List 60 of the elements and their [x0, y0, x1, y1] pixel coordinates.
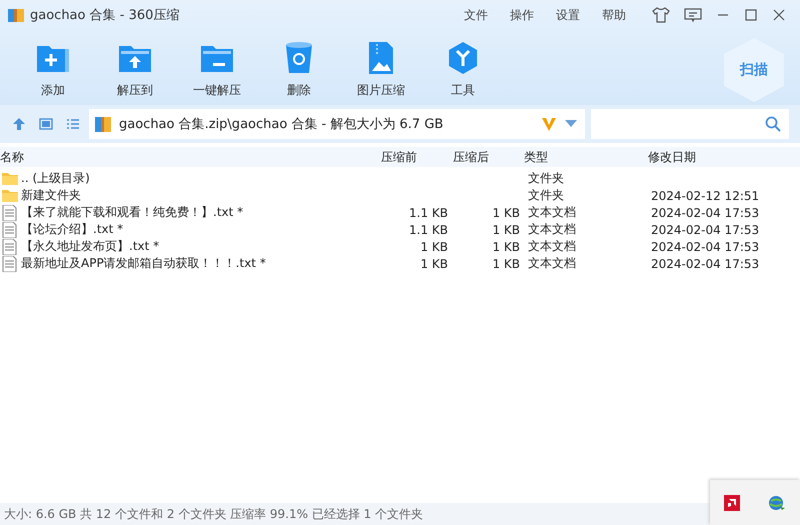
compressed-size: 1 KB [491, 206, 520, 220]
file-size: 1 KB [419, 240, 448, 254]
file-size: 1 KB [419, 256, 448, 270]
archive-icon [95, 115, 111, 133]
message-icon[interactable] [684, 7, 702, 23]
status-text: 大小: 6.6 GB 共 12 个文件和 2 个文件夹 压缩率 99.1% 已经选择 1 个文件夹 [4, 506, 424, 522]
menu-item[interactable]: 文件 [464, 6, 488, 24]
column-header[interactable]: 名称 [0, 148, 380, 166]
search-field[interactable] [591, 109, 789, 139]
thumbnail-view-icon[interactable] [39, 117, 53, 131]
file-type: 文件夹 [527, 170, 565, 187]
folder-icon [2, 170, 18, 186]
menu-item[interactable]: 帮助 [602, 6, 626, 24]
menu-item[interactable]: 操作 [510, 6, 534, 24]
shirt-icon[interactable] [652, 7, 670, 23]
file-type: 文本文档 [527, 221, 577, 238]
toolbar-button[interactable]: 添加 [12, 40, 94, 99]
amd-icon[interactable] [724, 494, 740, 510]
maximize-icon[interactable] [744, 8, 758, 22]
modified-date: 2024-02-04 17:53 [650, 256, 760, 270]
window-title: gaochao 合集 - 360压缩 [30, 7, 180, 24]
v-logo-icon[interactable] [541, 116, 557, 132]
file-name[interactable]: 新建文件夹 [21, 187, 81, 204]
modified-date: 2024-02-12 12:51 [650, 188, 760, 202]
file-name[interactable]: 【来了就能下载和观看！纯免费！】.txt * [21, 204, 244, 221]
menu-item[interactable]: 设置 [556, 6, 580, 24]
file-size: 1.1 KB [408, 206, 448, 220]
compressed-size: 1 KB [491, 240, 520, 254]
modified-date: 2024-02-04 17:53 [650, 206, 760, 220]
search-icon[interactable] [765, 116, 781, 132]
file-name[interactable]: 【永久地址发布页】.txt * [21, 238, 160, 255]
file-name[interactable]: 最新地址及APP请发邮箱自动获取！！！.txt * [21, 255, 266, 272]
file-type: 文本文档 [527, 255, 577, 272]
column-header[interactable]: 类型 [520, 148, 648, 166]
list-view-icon[interactable] [66, 117, 80, 131]
toolbar-button[interactable]: 删除 [258, 40, 340, 99]
dropdown-icon[interactable] [565, 120, 577, 128]
toolbar-button[interactable]: 解压到 [94, 40, 176, 99]
toolbar-button[interactable]: 工具 [422, 40, 504, 99]
close-icon[interactable] [772, 8, 786, 22]
column-header[interactable]: 压缩前 [380, 148, 448, 166]
column-header[interactable]: 压缩后 [448, 148, 520, 166]
toolbar-button[interactable]: 图片压缩 [340, 40, 422, 99]
file-type: 文件夹 [527, 187, 565, 204]
compressed-size: 1 KB [491, 256, 520, 270]
folder-icon [2, 188, 18, 204]
file-name[interactable]: 【论坛介绍】.txt * [21, 221, 124, 238]
file-type: 文本文档 [527, 238, 577, 255]
modified-date: 2024-02-04 17:53 [650, 240, 760, 254]
up-arrow-icon[interactable] [12, 117, 26, 131]
file-size: 1.1 KB [408, 222, 448, 236]
address-field[interactable]: gaochao 合集.zip\gaochao 合集 - 解包大小为 6.7 GB [89, 109, 585, 139]
archive-icon [8, 7, 24, 23]
column-header[interactable]: 修改日期 [648, 148, 800, 166]
toolbar-button[interactable]: 一键解压 [176, 40, 258, 99]
file-name[interactable]: .. (上级目录) [21, 170, 90, 187]
file-type: 文本文档 [527, 204, 577, 221]
compressed-size: 1 KB [491, 222, 520, 236]
modified-date: 2024-02-04 17:53 [650, 222, 760, 236]
globe-icon[interactable] [768, 494, 786, 510]
